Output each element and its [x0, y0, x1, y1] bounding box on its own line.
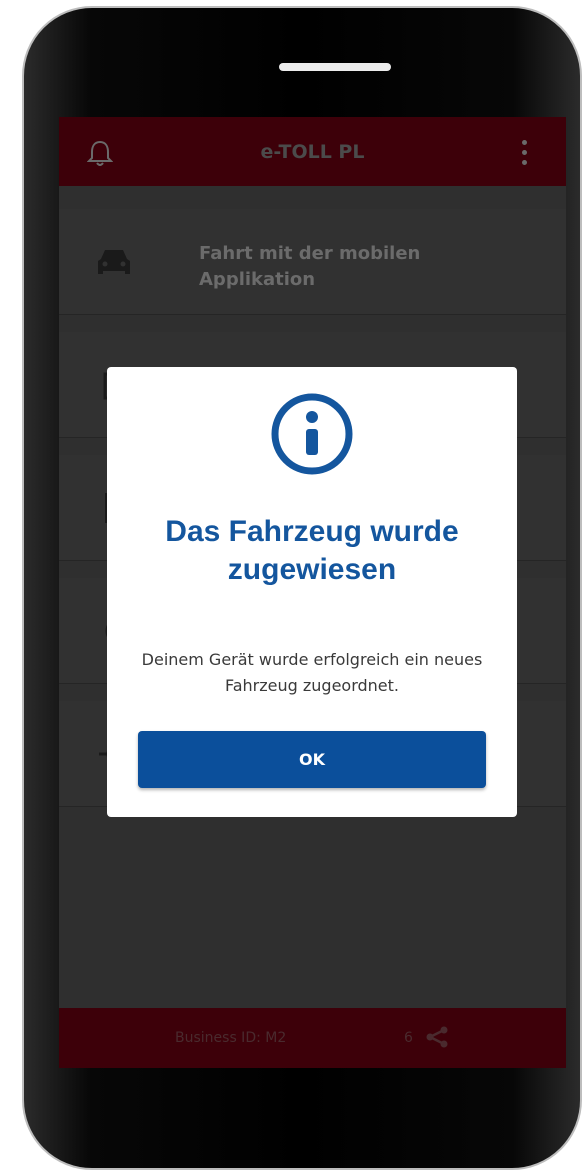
info-icon	[271, 393, 353, 475]
app-header: e-TOLL PL	[59, 117, 566, 186]
menu-item-mobile-trip[interactable]: Fahrt mit der mobilen Applikation	[59, 209, 566, 315]
more-menu-icon[interactable]	[522, 140, 528, 166]
phone-speaker	[279, 63, 391, 71]
dialog-title: Das Fahrzeug wurde zugewiesen	[165, 515, 459, 586]
app-title: e-TOLL PL	[260, 140, 365, 163]
ok-button[interactable]: OK	[138, 731, 486, 788]
business-id: Business ID: M2	[175, 1030, 287, 1046]
footer-bar: Business ID: M2 6	[59, 1008, 566, 1068]
vehicle-assigned-dialog: Das Fahrzeug wurde zugewiesen Deinem Ger…	[107, 367, 517, 817]
share-icon[interactable]	[425, 1026, 449, 1048]
share-count: 6	[404, 1030, 413, 1046]
menu-item-label: Fahrt mit der mobilen Applikation	[199, 243, 421, 290]
bell-icon[interactable]	[87, 139, 113, 167]
dialog-message: Deinem Gerät wurde erfolgreich ein neues…	[141, 650, 483, 695]
car-icon	[98, 250, 130, 274]
